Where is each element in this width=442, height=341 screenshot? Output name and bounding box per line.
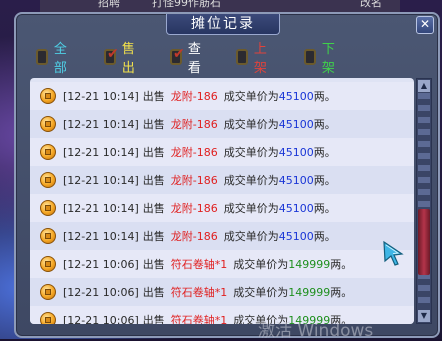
scrollbar[interactable]: ▲ ▼: [416, 78, 432, 324]
coin-icon: [40, 144, 56, 160]
coin-icon: [40, 172, 56, 188]
record-time: [12-21 10:14]: [63, 145, 139, 159]
filter-view-label: 查看: [187, 42, 201, 76]
record-action: 出售: [142, 174, 165, 187]
record-price: 45100: [278, 145, 314, 159]
record-price: 149999: [288, 285, 331, 299]
filter-delist-label: 下架: [321, 42, 335, 76]
filter-list[interactable]: 上架: [236, 42, 271, 76]
record-time: [12-21 10:06]: [63, 257, 139, 271]
record-action: 出售: [142, 314, 165, 324]
record-price: 45100: [278, 173, 314, 187]
record-item: 龙附-186: [170, 174, 218, 187]
coin-icon: [40, 228, 56, 244]
coin-icon: [40, 88, 56, 104]
top-strip-right-text: 改名: [360, 0, 382, 9]
record-time: [12-21 10:14]: [63, 201, 139, 215]
filter-delist-checkbox[interactable]: [304, 49, 316, 65]
filter-sold-label: 售出: [121, 42, 135, 76]
record-price-label: 成交单价为: [223, 118, 279, 131]
record-row[interactable]: [12-21 10:14] 出售 龙附-186 成交单价为 45100 两。: [30, 166, 414, 194]
record-unit: 两。: [330, 258, 353, 271]
record-action: 出售: [142, 230, 165, 243]
record-price-label: 成交单价为: [223, 202, 279, 215]
coin-icon: [40, 312, 56, 324]
close-button[interactable]: ✕: [416, 16, 434, 34]
record-list[interactable]: [12-21 10:14] 出售 龙附-186 成交单价为 45100 两。 [12-21 …: [30, 78, 414, 324]
record-action: 出售: [142, 146, 165, 159]
record-item: 龙附-186: [170, 118, 218, 131]
record-price: 45100: [278, 89, 314, 103]
scroll-thumb[interactable]: [418, 209, 430, 275]
record-action: 出售: [142, 118, 165, 131]
record-time: [12-21 10:14]: [63, 89, 139, 103]
record-action: 出售: [142, 258, 165, 271]
record-unit: 两。: [330, 286, 353, 299]
top-strip-mid-text: 打怪99作筋石: [152, 0, 221, 9]
record-time: [12-21 10:14]: [63, 173, 139, 187]
record-row[interactable]: [12-21 10:14] 出售 龙附-186 成交单价为 45100 两。: [30, 194, 414, 222]
record-unit: 两。: [313, 230, 336, 243]
filter-view-checkbox[interactable]: [170, 46, 185, 65]
activate-windows-watermark: 激活 Windows: [258, 321, 374, 341]
record-price-label: 成交单价为: [233, 258, 289, 271]
record-action: 出售: [142, 202, 165, 215]
game-cursor-icon: [383, 240, 404, 266]
record-item: 符石卷轴*1: [170, 258, 228, 271]
record-row[interactable]: [12-21 10:14] 出售 龙附-186 成交单价为 45100 两。: [30, 110, 414, 138]
record-row[interactable]: [12-21 10:06] 出售 符石卷轴*1 成交单价为 149999 两。: [30, 250, 414, 278]
record-price-label: 成交单价为: [223, 174, 279, 187]
record-action: 出售: [142, 90, 165, 103]
scroll-down-button[interactable]: ▼: [418, 310, 430, 322]
record-row[interactable]: [12-21 10:06] 出售 符石卷轴*1 成交单价为 149999 两。: [30, 278, 414, 306]
filter-sold[interactable]: 售出: [104, 42, 139, 76]
filter-delist[interactable]: 下架: [304, 42, 339, 76]
stall-record-window: 摊位记录 ✕ 全部 售出 查看 上架 下架 [12-21 10:14]出售龙附-…: [14, 12, 440, 338]
record-row[interactable]: [12-21 10:14] 出售 龙附-186 成交单价为 45100 两。: [30, 138, 414, 166]
record-item: 符石卷轴*1: [170, 286, 228, 299]
record-row[interactable]: [12-21 10:14] 出售 龙附-186 成交单价为 45100 两。: [30, 222, 414, 250]
record-price-label: 成交单价为: [223, 230, 279, 243]
filter-sold-checkbox[interactable]: [104, 46, 119, 65]
record-price: 45100: [278, 117, 314, 131]
filter-all-label: 全部: [53, 42, 67, 76]
record-item: 符石卷轴*1: [170, 314, 228, 324]
record-action: 出售: [142, 286, 165, 299]
record-time: [12-21 10:06]: [63, 313, 139, 325]
record-item: 龙附-186: [170, 146, 218, 159]
record-price-label: 成交单价为: [223, 146, 279, 159]
record-unit: 两。: [313, 146, 336, 159]
record-item: 龙附-186: [170, 202, 218, 215]
record-price-label: 成交单价为: [233, 286, 289, 299]
filter-view[interactable]: 查看: [170, 42, 205, 76]
coin-icon: [40, 200, 56, 216]
filter-list-label: 上架: [253, 42, 267, 76]
top-strip: 招聘 打怪99作筋石 改名: [40, 0, 400, 12]
window-title: 摊位记录: [166, 14, 280, 35]
scroll-track[interactable]: [418, 93, 430, 309]
record-time: [12-21 10:14]: [63, 117, 139, 131]
top-strip-left-text: 招聘: [98, 0, 120, 9]
coin-icon: [40, 116, 56, 132]
record-price-label: 成交单价为: [223, 90, 279, 103]
record-item: 龙附-186: [170, 230, 218, 243]
record-unit: 两。: [313, 118, 336, 131]
title-bar[interactable]: 摊位记录 ✕: [16, 14, 438, 36]
record-row[interactable]: [12-21 10:14] 出售 龙附-186 成交单价为 45100 两。: [30, 82, 414, 110]
coin-icon: [40, 284, 56, 300]
record-unit: 两。: [313, 90, 336, 103]
filter-list-checkbox[interactable]: [236, 49, 248, 65]
scroll-up-button[interactable]: ▲: [418, 80, 430, 92]
record-unit: 两。: [313, 202, 336, 215]
record-time: [12-21 10:14]: [63, 229, 139, 243]
filter-all-checkbox[interactable]: [36, 49, 48, 65]
filter-all[interactable]: 全部: [36, 42, 71, 76]
record-item: 龙附-186: [170, 90, 218, 103]
record-unit: 两。: [313, 174, 336, 187]
record-price: 149999: [288, 257, 331, 271]
record-price: 45100: [278, 201, 314, 215]
coin-icon: [40, 256, 56, 272]
record-price: 45100: [278, 229, 314, 243]
record-time: [12-21 10:06]: [63, 285, 139, 299]
